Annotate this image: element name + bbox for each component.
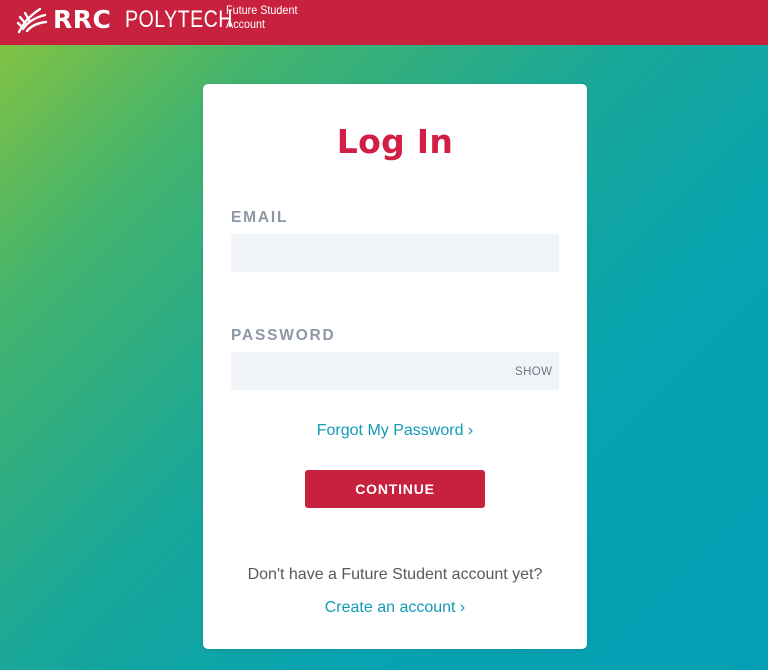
email-label: EMAIL bbox=[231, 209, 289, 226]
page-background: RRC POLYTECH Future Student Account Log … bbox=[0, 0, 768, 670]
header-subtitle: Future Student Account bbox=[226, 3, 297, 31]
show-password-toggle[interactable]: SHOW bbox=[515, 366, 552, 378]
header-subtitle-line1: Future Student bbox=[226, 3, 298, 17]
password-label: PASSWORD bbox=[231, 327, 336, 344]
create-account-link[interactable]: Create an account › bbox=[203, 599, 587, 617]
forgot-password-link[interactable]: Forgot My Password › bbox=[203, 422, 587, 440]
email-field[interactable] bbox=[231, 234, 559, 272]
login-card: Log In EMAIL PASSWORD SHOW Forgot My Pas… bbox=[203, 84, 587, 649]
brand-name-rrc: RRC bbox=[53, 5, 112, 34]
rrc-feather-logo-icon bbox=[16, 7, 48, 34]
header-subtitle-line2: Account bbox=[226, 17, 266, 31]
password-field[interactable] bbox=[231, 352, 559, 390]
no-account-text: Don't have a Future Student account yet? bbox=[247, 566, 543, 583]
continue-button[interactable]: CONTINUE bbox=[305, 470, 485, 508]
top-header-bar: RRC POLYTECH Future Student Account bbox=[0, 0, 768, 45]
page-title: Log In bbox=[336, 122, 454, 161]
brand-name-polytech: POLYTECH bbox=[125, 6, 233, 33]
